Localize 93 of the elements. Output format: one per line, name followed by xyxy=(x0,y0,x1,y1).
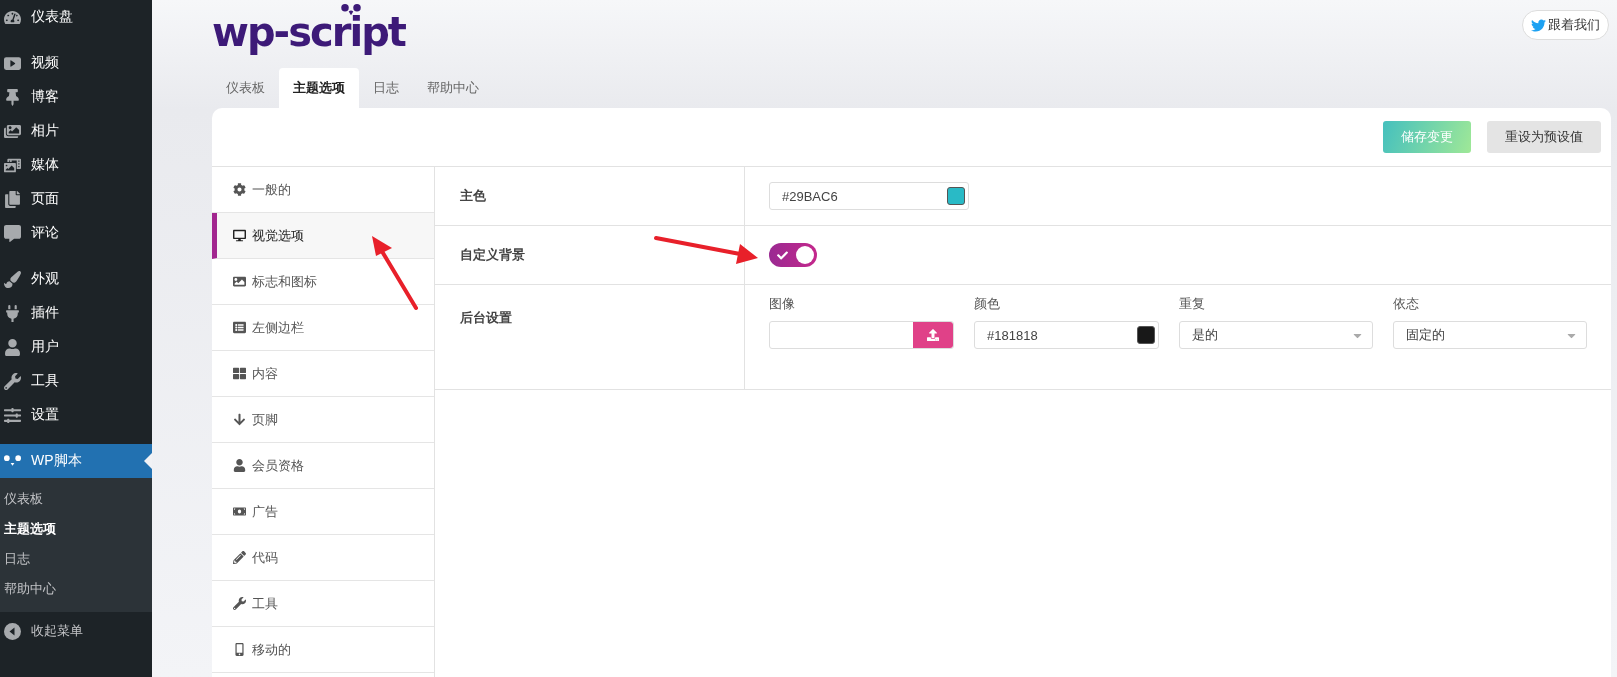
menu-label: 仪表盘 xyxy=(31,8,73,26)
menu-label: 媒体 xyxy=(31,156,59,174)
tab[interactable]: 主题选项 xyxy=(279,68,359,108)
collapse-icon xyxy=(4,622,21,640)
admin-menu-item[interactable]: 页面 xyxy=(0,182,152,216)
plug-icon xyxy=(4,304,21,322)
admin-menu-item[interactable]: 插件 xyxy=(0,296,152,330)
media-icon xyxy=(4,156,21,174)
arrow-down-icon xyxy=(232,413,246,426)
menu-label: 外观 xyxy=(31,270,59,288)
wrench-icon xyxy=(4,372,21,390)
menu-label: 会员资格 xyxy=(252,456,304,475)
color-swatch[interactable] xyxy=(1137,326,1155,344)
user-icon xyxy=(232,459,246,472)
submenu-item[interactable]: 日志 xyxy=(0,544,152,574)
submenu-item[interactable]: 仪表板 xyxy=(0,484,152,514)
sliders-icon xyxy=(4,406,21,424)
menu-label: 标志和图标 xyxy=(252,272,317,291)
menu-label: 插件 xyxy=(31,304,59,322)
menu-label: 代码 xyxy=(252,548,278,567)
setting-label: 后台设置 xyxy=(435,285,745,389)
follow-button[interactable]: 跟着我们 xyxy=(1522,10,1609,40)
bird-icon xyxy=(1531,17,1546,33)
menu-label: 广告 xyxy=(252,502,278,521)
admin-menu-item[interactable]: WP脚本 xyxy=(0,444,152,478)
menu-label: 工具 xyxy=(31,372,59,390)
gear-icon xyxy=(232,183,246,196)
admin-menu-item[interactable]: 设置 xyxy=(0,398,152,432)
tab[interactable]: 日志 xyxy=(359,68,413,108)
color-swatch[interactable] xyxy=(947,187,965,205)
setting-label: 主色 xyxy=(435,167,745,225)
phone-icon xyxy=(232,643,246,656)
play-icon xyxy=(4,54,21,72)
color-field[interactable]: #29BAC6 xyxy=(769,182,969,210)
admin-menu-item[interactable]: 视频 xyxy=(0,46,152,80)
field-label: 颜色 xyxy=(974,295,1001,313)
pencil-icon xyxy=(232,551,246,564)
upload-icon xyxy=(927,329,939,341)
menu-label: 一般的 xyxy=(252,180,291,199)
menu-label: 博客 xyxy=(31,88,59,106)
monitor-icon xyxy=(232,229,246,242)
submenu-item[interactable]: 帮助中心 xyxy=(0,574,152,604)
user-icon xyxy=(4,338,21,356)
image-icon xyxy=(232,275,246,288)
menu-label: 相片 xyxy=(31,122,59,140)
field-label: 依态 xyxy=(1393,295,1420,313)
reset-button[interactable]: 重设为预设值 xyxy=(1487,121,1601,153)
upload-button[interactable] xyxy=(913,322,953,348)
admin-menu-item[interactable]: 博客 xyxy=(0,80,152,114)
grid-icon xyxy=(232,367,246,380)
tab[interactable]: 帮助中心 xyxy=(413,68,493,108)
admin-menu-item[interactable]: 评论 xyxy=(0,216,152,250)
check-icon xyxy=(777,249,788,261)
admin-menu-item[interactable]: 相片 xyxy=(0,114,152,148)
menu-label: 视频 xyxy=(31,54,59,72)
wrench-icon xyxy=(232,597,246,610)
menu-label: 工具 xyxy=(252,594,278,613)
pages-icon xyxy=(4,190,21,208)
admin-menu-item[interactable]: 仪表盘 xyxy=(0,0,152,34)
menu-label: 视觉选项 xyxy=(252,226,304,245)
collapse-menu-button[interactable]: 收起菜单 xyxy=(0,612,152,650)
field-label: 重复 xyxy=(1179,295,1206,313)
select-field[interactable]: 固定的 xyxy=(1393,321,1587,349)
menu-label: 左侧边栏 xyxy=(252,318,304,337)
menu-label: 页面 xyxy=(31,190,59,208)
menu-label: 用户 xyxy=(31,338,59,356)
menu-label: 设置 xyxy=(31,406,59,424)
gauge-icon xyxy=(4,8,21,26)
comment-icon xyxy=(4,224,21,242)
brush-icon xyxy=(4,270,21,288)
menu-label: WP脚本 xyxy=(31,452,82,470)
tab[interactable]: 仪表板 xyxy=(212,68,279,108)
images-icon xyxy=(4,122,21,140)
panda-icon xyxy=(4,455,21,467)
options-menu-item[interactable]: 视觉选项 xyxy=(212,213,434,259)
menu-label: 内容 xyxy=(252,364,278,383)
admin-menu-item[interactable]: 工具 xyxy=(0,364,152,398)
admin-menu-item[interactable]: 媒体 xyxy=(0,148,152,182)
color-field[interactable]: #181818 xyxy=(974,321,1159,349)
select-field[interactable]: 是的 xyxy=(1179,321,1373,349)
pin-icon xyxy=(4,88,21,106)
admin-menu-item[interactable]: 用户 xyxy=(0,330,152,364)
field-label: 图像 xyxy=(769,295,796,313)
list-icon xyxy=(232,321,246,334)
image-url-field[interactable] xyxy=(769,321,954,349)
admin-menu-item[interactable]: 外观 xyxy=(0,262,152,296)
menu-label: 移动的 xyxy=(252,640,291,659)
menu-label: 页脚 xyxy=(252,410,278,429)
banknote-icon xyxy=(232,505,246,518)
toggle-switch[interactable] xyxy=(769,243,817,267)
logo: wp-script xyxy=(212,4,405,54)
menu-label: 评论 xyxy=(31,224,59,242)
submenu-item[interactable]: 主题选项 xyxy=(0,514,152,544)
